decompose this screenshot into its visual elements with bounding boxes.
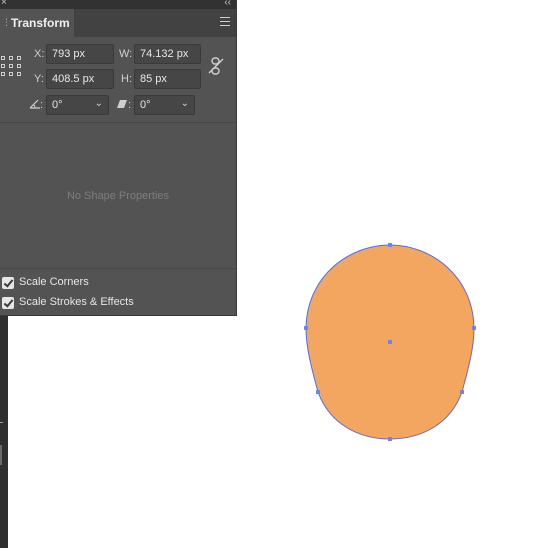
anchor-handle[interactable]: [472, 326, 476, 330]
divider: [0, 268, 236, 269]
scale-corners-label: Scale Corners: [19, 276, 89, 288]
link-proportions-icon[interactable]: [207, 56, 225, 76]
divider: [0, 122, 236, 123]
anchor-handle[interactable]: [388, 340, 392, 344]
grip-icon: ⋮: [2, 17, 11, 27]
x-label: X:: [34, 48, 45, 60]
x-field[interactable]: 793 px: [46, 44, 114, 64]
shear-label: :: [128, 99, 132, 111]
anchor-handle[interactable]: [304, 326, 308, 330]
w-field[interactable]: 74.132 px: [134, 44, 201, 64]
checkbox-icon[interactable]: [2, 297, 14, 309]
y-label: Y:: [34, 73, 44, 85]
anchor-handle[interactable]: [388, 243, 392, 247]
y-field[interactable]: 408.5 px: [46, 69, 114, 89]
chevron-down-icon: ⌄: [94, 98, 103, 109]
tab-transform[interactable]: ⋮ Transform: [0, 9, 74, 37]
shear-angle-dropdown[interactable]: 0° ⌄: [134, 95, 195, 115]
anchor-handle[interactable]: [388, 437, 392, 441]
angle-label: :: [40, 99, 44, 111]
panel-tab-row: ⋮ Transform: [0, 9, 236, 37]
shear-angle-value: 0°: [140, 99, 151, 111]
rotate-angle-value: 0°: [52, 99, 63, 111]
transform-panel: × ‹‹ ⋮ Transform X: 793 px W: 74.132 px …: [0, 0, 237, 316]
collapse-icon[interactable]: ‹‹: [224, 0, 231, 9]
shear-icon: [117, 100, 127, 108]
anchor-handle[interactable]: [316, 390, 320, 394]
chevron-down-icon: ⌄: [180, 98, 189, 109]
panel-menu-icon[interactable]: [220, 17, 230, 27]
reference-point-icon[interactable]: [1, 56, 21, 76]
scale-strokes-effects-label: Scale Strokes & Effects: [19, 296, 134, 308]
w-label: W:: [119, 48, 133, 60]
h-label: H:: [121, 73, 132, 85]
h-field[interactable]: 85 px: [134, 69, 201, 89]
checkbox-icon[interactable]: [2, 277, 14, 289]
close-icon[interactable]: ×: [1, 0, 7, 9]
rotate-angle-dropdown[interactable]: 0° ⌄: [46, 95, 109, 115]
panel-titlebar[interactable]: × ‹‹: [0, 0, 236, 9]
no-shape-properties-message: No Shape Properties: [66, 190, 170, 202]
anchor-handle[interactable]: [460, 390, 464, 394]
tab-transform-label: Transform: [11, 16, 70, 30]
